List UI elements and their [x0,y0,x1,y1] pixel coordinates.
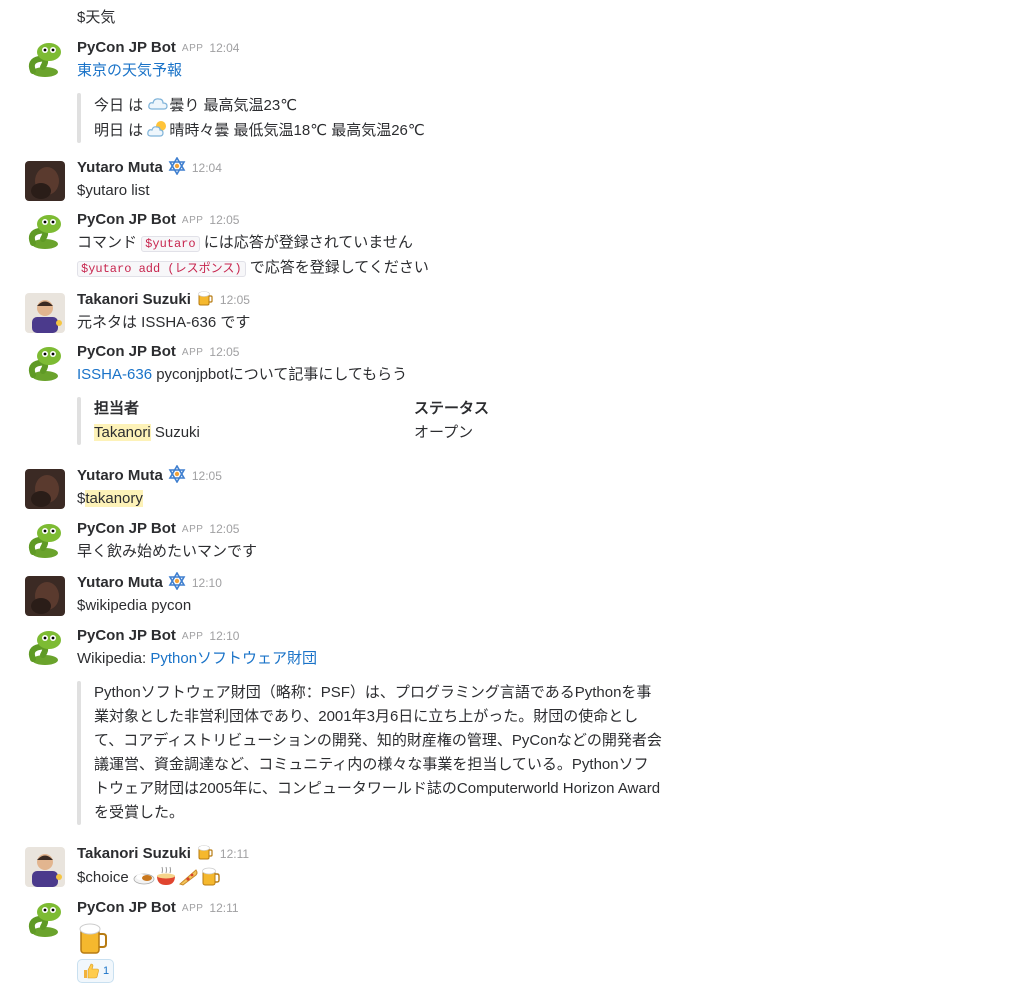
inline-code: $yutaro [141,236,200,252]
author-name[interactable]: Takanori Suzuki [77,291,191,308]
thumbs-up-icon [82,962,100,980]
author-name[interactable]: PyCon JP Bot [77,899,176,916]
attachment-line: 議運営、資金調達など、コミュニティ内の様々な事業を担当している。Pythonソフ [94,756,649,773]
attachment-text: 今日 は [94,97,148,114]
sun-behind-cloud-icon [147,118,169,140]
ramen-icon [155,865,177,887]
message-text: コマンド [77,234,142,251]
field-title: ステータス [414,400,490,417]
author-name[interactable]: PyCon JP Bot [77,39,176,56]
bot-avatar[interactable] [25,213,65,253]
wikipedia-attachment: Pythonソフトウェア財団（略称：PSF）は、プログラミング言語であるPyth… [77,681,1007,825]
author-name[interactable]: PyCon JP Bot [77,627,176,644]
author-name[interactable]: PyCon JP Bot [77,520,176,537]
author-name[interactable]: Yutaro Muta [77,467,163,484]
reaction-count: 1 [103,965,110,977]
beer-mug-icon [79,923,107,954]
bot-avatar[interactable] [25,629,65,669]
jumbo-emoji [77,921,1007,957]
attachment-text: 晴時々曇 最低気温18℃ 最高気温26℃ [169,122,425,139]
highlighted-keyword: Takanori [94,424,151,441]
user-avatar[interactable] [25,161,65,201]
message-text: 早く飲み始めたいマンです [77,543,258,560]
timestamp[interactable]: 12:05 [209,213,239,227]
attachment-text: 曇り 最高気温23℃ [169,97,298,114]
message-text: $yutaro list [77,182,150,199]
app-badge: APP [181,215,204,226]
timestamp[interactable]: 12:05 [209,522,239,536]
cloud-icon [147,93,169,115]
author-name[interactable]: PyCon JP Bot [77,211,176,228]
message-text: pyconjpbotについて記事にしてもらう [152,366,408,383]
bot-avatar[interactable] [25,901,65,941]
reaction-button[interactable]: 1 [77,959,115,983]
timestamp[interactable]: 12:04 [192,161,222,175]
timestamp[interactable]: 12:11 [209,901,238,915]
attachment-text: 明日 は [94,122,148,139]
timestamp[interactable]: 12:11 [220,847,249,861]
timestamp[interactable]: 12:05 [209,345,239,359]
bot-avatar[interactable] [25,41,65,81]
weather-attachment: 今日 は 曇り 最高気温23℃ 明日 は 晴時々曇 最低気温18℃ 最高気温26… [77,93,1007,143]
attachment-line: て、コアディストリビューションの開発、知的財産権の管理、PyConなどの開発者会 [94,732,662,749]
star-of-david-icon [168,464,186,484]
user-avatar[interactable] [25,469,65,509]
bot-avatar[interactable] [25,522,65,562]
timestamp[interactable]: 12:05 [192,469,222,483]
bot-avatar[interactable] [25,345,65,385]
wikipedia-link[interactable]: Pythonソフトウェア財団 [150,650,317,667]
issue-attachment: 担当者 Takanori Suzuki ステータス オープン [77,397,1007,445]
curry-rice-icon [133,865,155,887]
star-of-david-icon [168,156,186,176]
issue-link[interactable]: ISSHA-636 [77,366,152,383]
pizza-icon [177,865,199,887]
message-text: で応答を登録してください [245,259,429,276]
timestamp[interactable]: 12:10 [209,629,239,643]
app-badge: APP [181,347,204,358]
timestamp[interactable]: 12:10 [192,576,222,590]
app-badge: APP [181,631,204,642]
user-avatar[interactable] [25,293,65,333]
beer-mug-icon [196,843,214,861]
message-text: $天気 [77,9,116,26]
attachment-line: 業対象とした非営利団体であり、2001年3月6日に立ち上がった。財団の使命とし [94,708,639,725]
app-badge: APP [181,524,204,535]
beer-mug-icon [199,865,221,887]
message-text: Wikipedia: [77,650,151,667]
author-name[interactable]: Yutaro Muta [77,159,163,176]
user-avatar[interactable] [25,576,65,616]
timestamp[interactable]: 12:04 [209,41,239,55]
inline-code: $yutaro add (レスポンス) [77,261,246,277]
author-name[interactable]: Yutaro Muta [77,574,163,591]
attachment-line: を受賞した。 [94,804,185,821]
field-value: オープン [414,424,474,441]
user-avatar[interactable] [25,847,65,887]
app-badge: APP [181,43,204,54]
beer-mug-icon [196,289,214,307]
app-badge: APP [181,903,204,914]
author-name[interactable]: Takanori Suzuki [77,845,191,862]
field-value: Suzuki [150,424,200,441]
highlighted-keyword: takanory [85,490,143,507]
message-text: には応答が登録されていません [199,234,413,251]
author-name[interactable]: PyCon JP Bot [77,343,176,360]
attachment-line: Pythonソフトウェア財団（略称：PSF）は、プログラミング言語であるPyth… [94,684,652,701]
field-title: 担当者 [94,400,140,417]
message-text: $choice [77,869,133,886]
message-feed: $天気 PyCon JP Bot APP 12:04 東京の天気予報 今日 は 曇り… [0,0,1024,993]
weather-link[interactable]: 東京の天気予報 [77,62,182,79]
attachment-line: トウェア財団は2005年に、コンピュータワールド誌のComputerworld … [94,780,661,797]
message-text: 元ネタは ISSHA-636 です [77,314,251,331]
timestamp[interactable]: 12:05 [220,293,250,307]
message-text: $wikipedia pycon [77,597,192,614]
star-of-david-icon [168,571,186,591]
